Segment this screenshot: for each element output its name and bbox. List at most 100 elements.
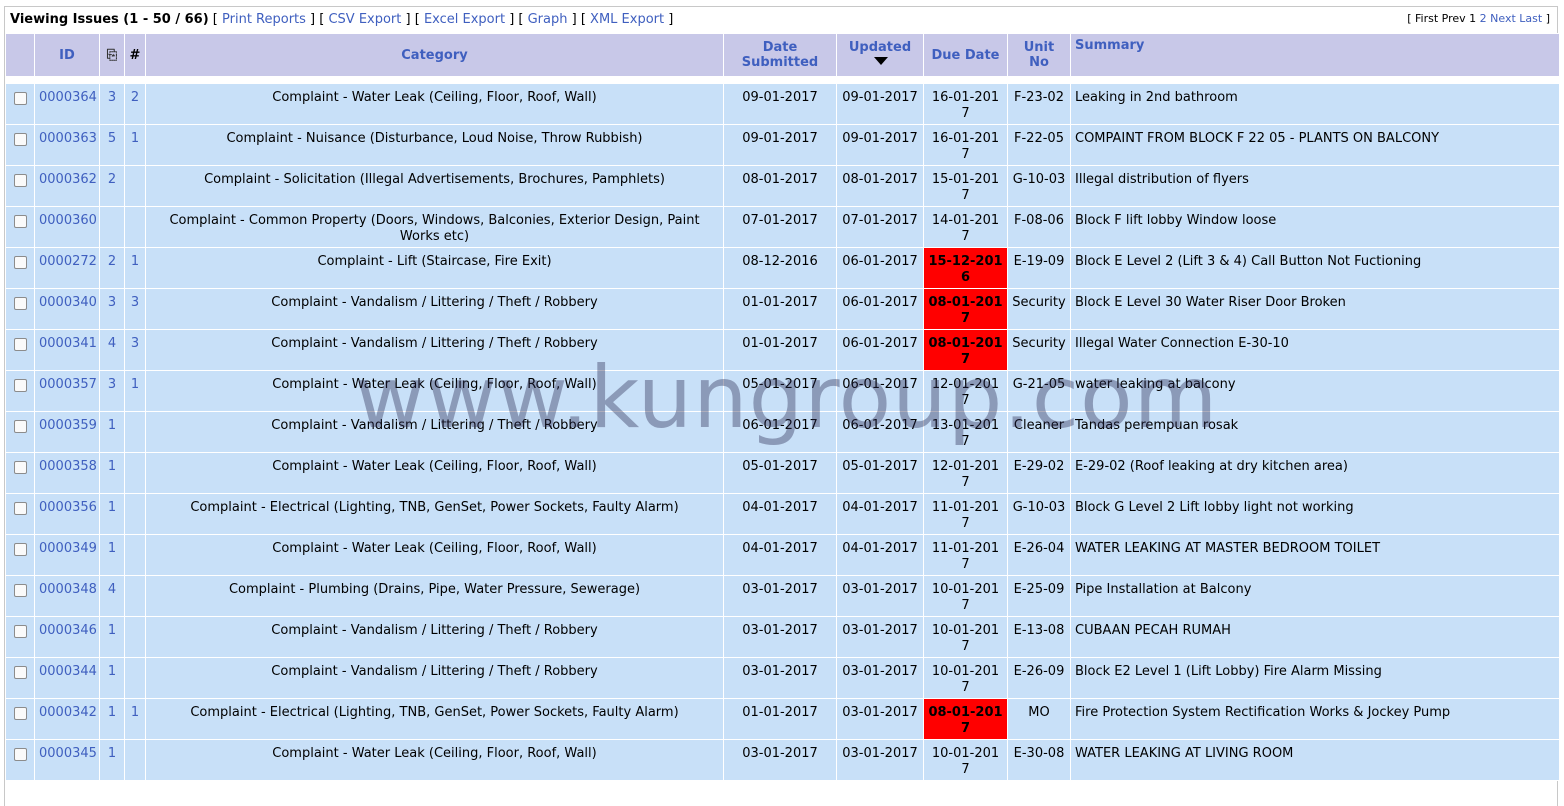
header-summary[interactable]: Summary <box>1071 34 1559 76</box>
row-checkbox[interactable] <box>13 748 27 761</box>
unit-no-cell: E-13-08 <box>1008 617 1070 657</box>
updated-cell: 03-01-2017 <box>837 699 923 739</box>
row-checkbox[interactable] <box>13 297 27 310</box>
issue-id-cell: 0000342 <box>35 699 99 739</box>
attachment-count-link[interactable]: 3 <box>108 377 116 392</box>
issue-id-link[interactable]: 0000272 <box>39 254 97 269</box>
issue-id-link[interactable]: 0000341 <box>39 336 97 351</box>
row-checkbox[interactable] <box>13 625 27 638</box>
attachment-count-link[interactable]: 4 <box>108 582 116 597</box>
attachments-cell: 1 <box>100 658 124 698</box>
attachments-cell: 1 <box>100 740 124 780</box>
issue-id-link[interactable]: 0000360 <box>39 213 97 228</box>
issue-id-link[interactable]: 0000342 <box>39 705 97 720</box>
issue-id-link[interactable]: 0000363 <box>39 131 97 146</box>
row-checkbox[interactable] <box>13 379 27 392</box>
note-count-link[interactable]: 1 <box>131 705 139 720</box>
note-count-link[interactable]: 1 <box>131 131 139 146</box>
notes-cell <box>125 166 145 206</box>
issue-id-link[interactable]: 0000358 <box>39 459 97 474</box>
attachment-count-link[interactable]: 1 <box>108 623 116 638</box>
row-checkbox[interactable] <box>13 502 27 515</box>
updated-cell: 05-01-2017 <box>837 453 923 493</box>
header-category[interactable]: Category <box>146 34 723 76</box>
category-cell: Complaint - Lift (Staircase, Fire Exit) <box>146 248 723 288</box>
summary-cell: Tandas perempuan rosak <box>1071 412 1559 452</box>
row-checkbox[interactable] <box>13 707 27 720</box>
header-attachments[interactable]: ⎘ <box>100 34 124 76</box>
due-date-cell: 14-01-2017 <box>924 207 1007 247</box>
unit-no-cell: E-25-09 <box>1008 576 1070 616</box>
category-cell: Complaint - Common Property (Doors, Wind… <box>146 207 723 247</box>
paperclip-icon: ⎘ <box>106 47 118 63</box>
issues-table-body: 0000364 3 2 Complaint - Water Leak (Ceiling… <box>6 84 1559 780</box>
notes-cell: 2 <box>125 84 145 124</box>
sort-desc-icon <box>874 57 888 65</box>
notes-cell: 3 <box>125 330 145 370</box>
issue-id-link[interactable]: 0000359 <box>39 418 97 433</box>
row-checkbox[interactable] <box>13 461 27 474</box>
attachment-count-link[interactable]: 1 <box>108 705 116 720</box>
date-submitted-cell: 04-01-2017 <box>724 535 836 575</box>
note-count-link[interactable]: 1 <box>131 254 139 269</box>
row-checkbox[interactable] <box>13 420 27 433</box>
attachment-count-link[interactable]: 1 <box>108 459 116 474</box>
xml-export-link[interactable]: XML Export <box>590 12 664 27</box>
header-id[interactable]: ID <box>35 34 99 76</box>
attachment-count-link[interactable]: 4 <box>108 336 116 351</box>
attachment-count-link[interactable]: 2 <box>108 172 116 187</box>
attachment-count-link[interactable]: 1 <box>108 500 116 515</box>
summary-cell: Block F lift lobby Window loose <box>1071 207 1559 247</box>
attachment-count-link[interactable]: 5 <box>108 131 116 146</box>
header-date-submitted[interactable]: Date Submitted <box>724 34 836 76</box>
note-count-link[interactable]: 3 <box>131 295 139 310</box>
row-checkbox[interactable] <box>13 256 27 269</box>
pager-last[interactable]: Last <box>1519 12 1542 25</box>
issue-id-link[interactable]: 0000357 <box>39 377 97 392</box>
attachment-count-link[interactable]: 1 <box>108 664 116 679</box>
header-due-date[interactable]: Due Date <box>924 34 1007 76</box>
header-updated[interactable]: Updated <box>837 34 923 76</box>
issue-id-link[interactable]: 0000349 <box>39 541 97 556</box>
row-checkbox[interactable] <box>13 666 27 679</box>
header-unit-no[interactable]: Unit No <box>1008 34 1070 76</box>
attachment-count-link[interactable]: 1 <box>108 418 116 433</box>
row-checkbox[interactable] <box>13 543 27 556</box>
due-date-cell: 10-01-2017 <box>924 658 1007 698</box>
issue-id-link[interactable]: 0000346 <box>39 623 97 638</box>
header-notes[interactable]: # <box>125 34 145 76</box>
attachment-count-link[interactable]: 1 <box>108 746 116 761</box>
issue-id-link[interactable]: 0000340 <box>39 295 97 310</box>
issue-id-link[interactable]: 0000348 <box>39 582 97 597</box>
attachment-count-link[interactable]: 2 <box>108 254 116 269</box>
issue-id-link[interactable]: 0000362 <box>39 172 97 187</box>
category-cell: Complaint - Water Leak (Ceiling, Floor, … <box>146 740 723 780</box>
issue-id-link[interactable]: 0000364 <box>39 90 97 105</box>
note-count-link[interactable]: 1 <box>131 377 139 392</box>
issue-id-cell: 0000358 <box>35 453 99 493</box>
attachment-count-link[interactable]: 3 <box>108 90 116 105</box>
excel-export-link[interactable]: Excel Export <box>424 12 505 27</box>
attachment-count-link[interactable]: 3 <box>108 295 116 310</box>
issue-id-link[interactable]: 0000344 <box>39 664 97 679</box>
print-reports-link[interactable]: Print Reports <box>222 12 306 27</box>
row-checkbox[interactable] <box>13 92 27 105</box>
csv-export-link[interactable]: CSV Export <box>328 12 401 27</box>
attachment-count-link[interactable]: 1 <box>108 541 116 556</box>
graph-link[interactable]: Graph <box>528 12 568 27</box>
row-checkbox[interactable] <box>13 174 27 187</box>
row-checkbox[interactable] <box>13 215 27 228</box>
issue-id-link[interactable]: 0000345 <box>39 746 97 761</box>
row-select-cell <box>6 453 34 493</box>
issue-id-link[interactable]: 0000356 <box>39 500 97 515</box>
pager-page-2[interactable]: 2 <box>1480 12 1487 25</box>
attachments-cell: 2 <box>100 166 124 206</box>
unit-no-cell: Security <box>1008 330 1070 370</box>
note-count-link[interactable]: 2 <box>131 90 139 105</box>
row-checkbox[interactable] <box>13 338 27 351</box>
note-count-link[interactable]: 3 <box>131 336 139 351</box>
pager-next[interactable]: Next <box>1490 12 1516 25</box>
row-checkbox[interactable] <box>13 584 27 597</box>
row-checkbox[interactable] <box>13 133 27 146</box>
attachments-cell: 2 <box>100 248 124 288</box>
